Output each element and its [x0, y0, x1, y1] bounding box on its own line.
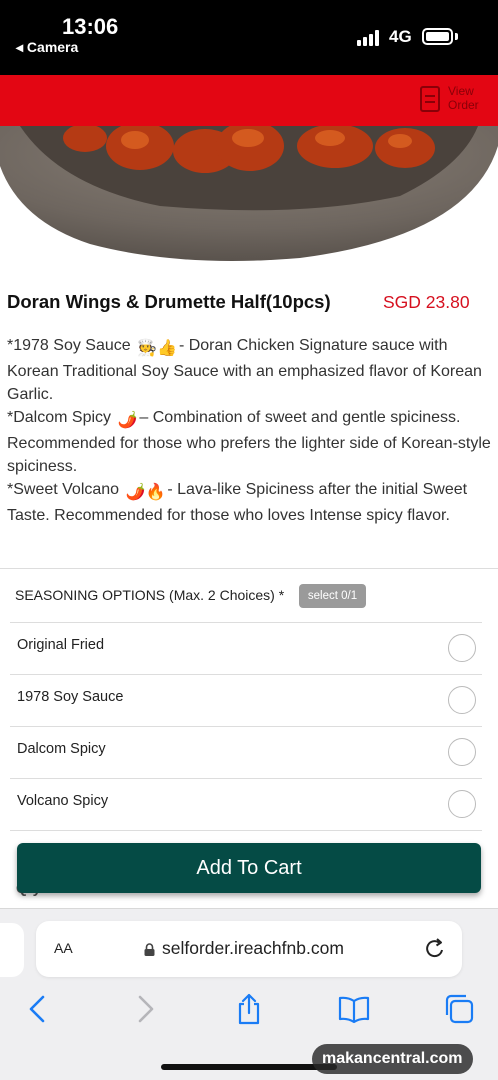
status-time: 13:06	[62, 14, 119, 39]
status-bar: 13:06 ◂ Camera 4G	[0, 0, 498, 75]
address-bar[interactable]: AA selforder.ireachfnb.com	[36, 921, 462, 977]
add-to-cart-button[interactable]: Add To Cart	[17, 843, 481, 893]
receipt-icon	[420, 86, 440, 112]
share-icon[interactable]	[233, 993, 265, 1025]
option-row-original-fried[interactable]: Original Fried	[10, 622, 482, 674]
back-to-camera-link[interactable]: ◂ Camera	[16, 39, 78, 56]
back-arrow-icon[interactable]	[22, 993, 54, 1025]
select-count-badge: select 0/1	[299, 584, 366, 608]
option-radio[interactable]	[448, 686, 476, 714]
description-line: *Dalcom Spicy 🌶️ – Combination of sweet a…	[7, 409, 491, 475]
option-label: Original Fried	[17, 637, 105, 653]
option-label: 1978 Soy Sauce	[17, 689, 124, 705]
option-radio[interactable]	[448, 790, 476, 818]
product-image	[0, 126, 498, 266]
app-header: View Order	[0, 75, 498, 126]
seasoning-options-header: SEASONING OPTIONS (Max. 2 Choices) *	[15, 587, 285, 603]
reader-settings-button[interactable]: AA	[54, 937, 73, 959]
option-row-dalcom-spicy[interactable]: Dalcom Spicy	[10, 726, 482, 778]
previous-tab[interactable]	[0, 923, 24, 977]
home-indicator	[161, 1064, 337, 1070]
signal-icon	[357, 30, 383, 46]
product-description: *1978 Soy Sauce 🧑‍🍳👍 - Doran Chicken Sign…	[7, 334, 497, 527]
forward-arrow-icon[interactable]	[129, 993, 161, 1025]
lock-icon	[144, 943, 155, 956]
option-row-1978-soy-sauce[interactable]: 1978 Soy Sauce	[10, 674, 482, 726]
option-radio[interactable]	[448, 634, 476, 662]
network-label: 4G	[389, 27, 412, 46]
url-text: selforder.ireachfnb.com	[162, 938, 344, 958]
option-label: Dalcom Spicy	[17, 741, 106, 757]
product-title: Doran Wings & Drumette Half(10pcs)	[7, 291, 331, 312]
reload-icon[interactable]	[424, 937, 446, 961]
description-line: *1978 Soy Sauce 🧑‍🍳👍 - Doran Chicken Sign…	[7, 337, 482, 403]
divider	[10, 830, 482, 831]
watermark: makancentral.com	[312, 1044, 473, 1074]
option-radio[interactable]	[448, 738, 476, 766]
tabs-icon[interactable]	[443, 993, 475, 1025]
product-price: SGD 23.80	[383, 292, 470, 312]
option-row-volcano-spicy[interactable]: Volcano Spicy	[10, 778, 482, 830]
description-line: *Sweet Volcano 🌶️🔥 - Lava-like Spiciness …	[7, 481, 468, 524]
view-order-button[interactable]: View Order	[420, 83, 490, 121]
bookmarks-icon[interactable]	[338, 993, 370, 1025]
battery-icon	[422, 28, 453, 45]
view-order-label: View Order	[448, 84, 479, 112]
option-label: Volcano Spicy	[17, 793, 109, 809]
divider	[0, 568, 498, 569]
